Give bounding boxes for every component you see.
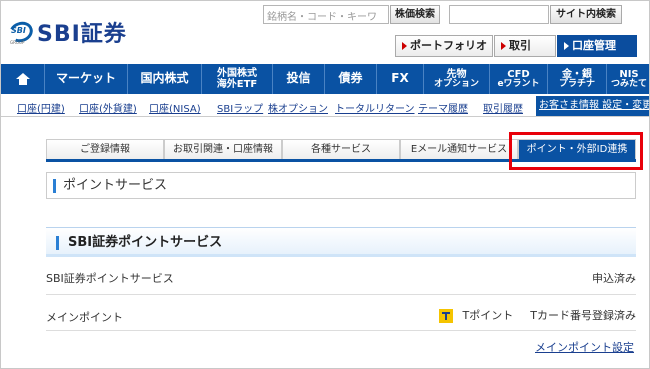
page-frame: SBI GROUP SBI証券 銘柄名・コード・キーワ 株価検索 サイト内検索 … xyxy=(0,0,650,369)
section-title: SBI証券ポイントサービス xyxy=(46,227,636,257)
stock-search-button[interactable]: 株価検索 xyxy=(390,5,440,24)
sub-navigation: 口座(円建) 口座(外貨建) 口座(NISA) SBIラップ 株オプション トー… xyxy=(1,96,649,117)
heading-bar-icon xyxy=(53,179,56,193)
arrow-right-icon xyxy=(501,42,506,50)
subnav-account-foreign[interactable]: 口座(外貨建) xyxy=(79,100,137,115)
nav-domestic-stocks[interactable]: 国内株式 xyxy=(128,64,202,94)
nav-foreign-stocks[interactable]: 外国株式 海外ETF xyxy=(202,64,273,94)
subnav-total-return[interactable]: トータルリターン xyxy=(335,100,415,115)
home-icon xyxy=(15,73,30,85)
tab-registration-info[interactable]: ご登録情報 xyxy=(46,139,164,159)
highlight-box xyxy=(509,132,643,170)
trade-button[interactable]: 取引 xyxy=(494,35,556,57)
site-search-button[interactable]: サイト内検索 xyxy=(550,5,622,24)
main-point-name: Tポイント xyxy=(462,309,514,322)
subnav-stock-option[interactable]: 株オプション xyxy=(268,100,328,115)
page-title: ポイントサービス xyxy=(46,172,636,199)
main-point-label: メインポイント xyxy=(46,311,123,324)
subnav-account-jpy[interactable]: 口座(円建) xyxy=(17,100,65,115)
service-label: SBI証券ポイントサービス xyxy=(46,272,174,285)
arrow-right-icon xyxy=(402,42,407,50)
arrow-right-icon xyxy=(564,42,569,50)
nav-nisa[interactable]: NIS つみたて xyxy=(607,64,649,94)
nav-bonds[interactable]: 債券 xyxy=(325,64,377,94)
nav-futures-options[interactable]: 先物 オプション xyxy=(424,64,490,94)
nav-fx[interactable]: FX xyxy=(377,64,424,94)
main-navigation: マーケット 国内株式 外国株式 海外ETF 投信 債券 FX 先物 オプション CF… xyxy=(1,64,649,94)
main-point-row: メインポイント Tポイント Tカード番号登録済み xyxy=(46,295,636,331)
subnav-customer-settings[interactable]: お客さま情報 設定・変更 xyxy=(536,96,649,116)
subnav-trade-history[interactable]: 取引履歴 xyxy=(483,100,523,115)
nav-investment-trusts[interactable]: 投信 xyxy=(273,64,325,94)
tab-email-notification[interactable]: Eメール通知サービス xyxy=(400,139,518,159)
logo-text: SBI証券 xyxy=(37,22,127,47)
portfolio-button[interactable]: ポートフォリオ xyxy=(395,35,493,57)
subnav-theme-history[interactable]: テーマ履歴 xyxy=(418,100,468,115)
tpoint-logo-icon xyxy=(439,309,454,323)
nav-precious-metals[interactable]: 金・銀 プラチナ xyxy=(548,64,607,94)
subnav-sbi-wrap[interactable]: SBIラップ xyxy=(217,100,263,115)
stock-search-input[interactable]: 銘柄名・コード・キーワ xyxy=(263,5,389,24)
account-management-button[interactable]: 口座管理 xyxy=(557,35,637,57)
tcard-registration-status: Tカード番号登録済み xyxy=(530,309,636,322)
sbi-logo[interactable]: SBI GROUP SBI証券 xyxy=(6,15,127,49)
nav-home[interactable] xyxy=(1,64,45,94)
subnav-account-nisa[interactable]: 口座(NISA) xyxy=(149,100,201,115)
heading-bar-icon xyxy=(56,236,59,250)
nav-market[interactable]: マーケット xyxy=(45,64,128,94)
tab-trade-account-info[interactable]: お取引関連・口座情報 xyxy=(164,139,282,159)
service-status-row: SBI証券ポイントサービス 申込済み xyxy=(46,267,636,295)
tab-services[interactable]: 各種サービス xyxy=(282,139,400,159)
service-status: 申込済み xyxy=(592,272,636,285)
main-point-setting-link[interactable]: メインポイント設定 xyxy=(535,339,634,355)
sbi-group-logo-icon: SBI GROUP xyxy=(6,18,36,46)
nav-cfd[interactable]: CFD eワラント xyxy=(490,64,548,94)
site-search-input[interactable] xyxy=(449,5,549,24)
